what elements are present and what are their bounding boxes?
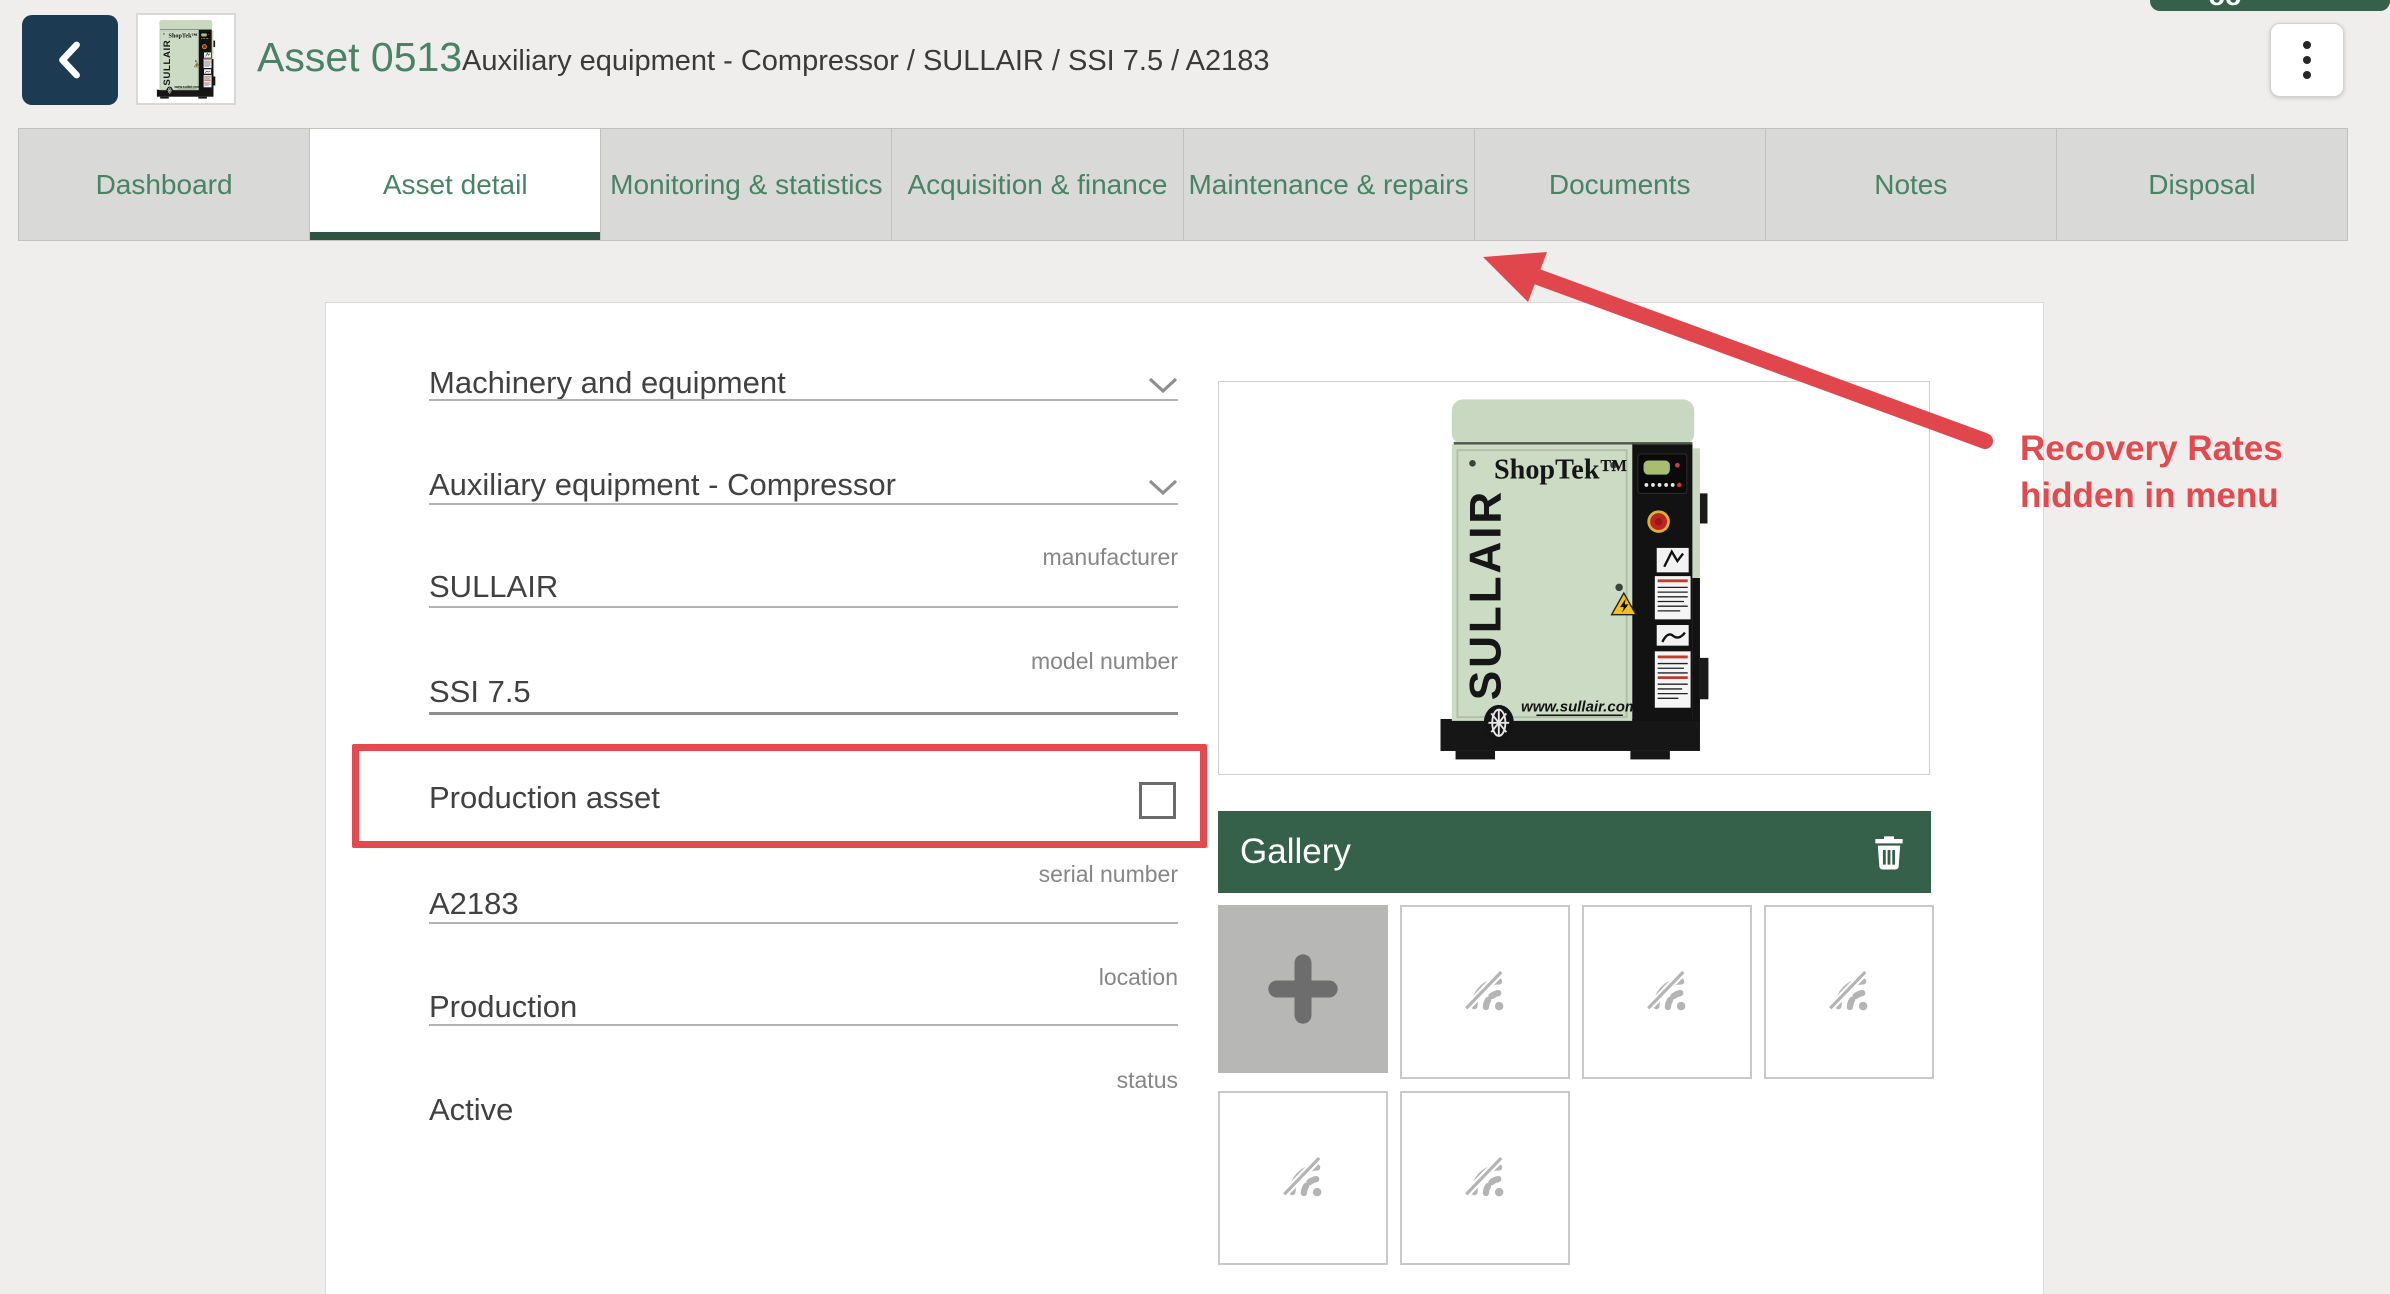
tab-label: Dashboard bbox=[96, 169, 233, 201]
gallery-empty-tile[interactable] bbox=[1764, 905, 1934, 1079]
gallery-empty-tile[interactable] bbox=[1218, 1091, 1388, 1265]
manufacturer-field[interactable]: SULLAIR bbox=[429, 569, 1178, 605]
gallery-title: Gallery bbox=[1240, 832, 1351, 872]
annotation-line-2: hidden in menu bbox=[2020, 472, 2283, 519]
tab-maintenance-repairs[interactable]: Maintenance & repairs bbox=[1183, 128, 1475, 241]
tab-disposal[interactable]: Disposal bbox=[2056, 128, 2348, 241]
page-subtitle: Auxiliary equipment - Compressor / SULLA… bbox=[462, 43, 1270, 79]
gallery-grid bbox=[1218, 905, 1948, 1265]
annotation-line-1: Recovery Rates bbox=[2020, 425, 2283, 472]
tab-label: Documents bbox=[1549, 169, 1691, 201]
production-asset-checkbox[interactable] bbox=[1139, 782, 1176, 819]
tab-label: Acquisition & finance bbox=[907, 169, 1167, 201]
chevron-down-icon[interactable] bbox=[1148, 377, 1178, 394]
field-underline bbox=[429, 606, 1178, 608]
asset-detail-screen: ShopTek™ SULLAIR www.sullair.com bbox=[0, 0, 2390, 1294]
asset-thumbnail-image bbox=[142, 18, 230, 100]
back-button[interactable] bbox=[22, 15, 118, 105]
image-unavailable-icon bbox=[1819, 962, 1879, 1022]
field-underline bbox=[429, 399, 1178, 401]
gallery-empty-tile[interactable] bbox=[1400, 1091, 1570, 1265]
image-unavailable-icon bbox=[1273, 1148, 1333, 1208]
field-underline bbox=[429, 503, 1178, 505]
more-options-button[interactable] bbox=[2270, 23, 2344, 97]
asset-photo[interactable] bbox=[1218, 381, 1930, 775]
tab-dashboard[interactable]: Dashboard bbox=[18, 128, 310, 241]
asset-thumbnail[interactable] bbox=[136, 13, 236, 105]
gallery-header: Gallery bbox=[1218, 811, 1931, 893]
gallery-add-tile[interactable] bbox=[1218, 905, 1388, 1073]
tab-monitoring-statistics[interactable]: Monitoring & statistics bbox=[600, 128, 892, 241]
serial-number-label: serial number bbox=[429, 861, 1178, 888]
partial-green-button-label: oo bbox=[2209, 0, 2242, 11]
tab-label: Notes bbox=[1874, 169, 1947, 201]
plus-icon bbox=[1266, 952, 1340, 1026]
tab-bar: Dashboard Asset detail Monitoring & statis… bbox=[18, 128, 2348, 241]
production-asset-label: Production asset bbox=[429, 780, 660, 816]
annotation-text: Recovery Rates hidden in menu bbox=[2020, 425, 2283, 519]
tab-documents[interactable]: Documents bbox=[1474, 128, 1766, 241]
manufacturer-label: manufacturer bbox=[429, 544, 1178, 571]
tab-notes[interactable]: Notes bbox=[1765, 128, 2057, 241]
tab-asset-detail[interactable]: Asset detail bbox=[309, 128, 601, 241]
subcategory-select[interactable]: Auxiliary equipment - Compressor bbox=[429, 467, 1178, 503]
gallery-empty-tile[interactable] bbox=[1582, 905, 1752, 1079]
page-title: Asset 0513 bbox=[257, 33, 462, 81]
field-underline bbox=[429, 922, 1178, 924]
location-field[interactable]: Production bbox=[429, 989, 1178, 1025]
partial-green-button[interactable]: oo bbox=[2150, 0, 2390, 11]
status-label: status bbox=[429, 1067, 1178, 1094]
model-number-label: model number bbox=[429, 648, 1178, 675]
model-number-field[interactable]: SSI 7.5 bbox=[429, 674, 1178, 710]
chevron-down-icon[interactable] bbox=[1148, 479, 1178, 496]
image-unavailable-icon bbox=[1637, 962, 1697, 1022]
field-underline bbox=[429, 712, 1178, 715]
tab-acquisition-finance[interactable]: Acquisition & finance bbox=[891, 128, 1183, 241]
kebab-menu-icon bbox=[2303, 41, 2311, 79]
tab-label: Disposal bbox=[2148, 169, 2255, 201]
tab-label: Monitoring & statistics bbox=[610, 169, 882, 201]
status-field[interactable]: Active bbox=[429, 1092, 1178, 1128]
tab-label: Asset detail bbox=[383, 169, 528, 201]
chevron-left-icon bbox=[53, 38, 87, 82]
gallery-empty-tile[interactable] bbox=[1400, 905, 1570, 1079]
field-underline bbox=[429, 1024, 1178, 1026]
location-label: location bbox=[429, 964, 1178, 991]
asset-detail-card: Machinery and equipment Auxiliary equipm… bbox=[325, 302, 2044, 1294]
image-unavailable-icon bbox=[1455, 962, 1515, 1022]
trash-icon[interactable] bbox=[1869, 831, 1909, 873]
tab-label: Maintenance & repairs bbox=[1188, 169, 1468, 201]
image-unavailable-icon bbox=[1455, 1148, 1515, 1208]
serial-number-field[interactable]: A2183 bbox=[429, 886, 1178, 922]
category-select[interactable]: Machinery and equipment bbox=[429, 365, 1178, 401]
sullair-compressor-image bbox=[1401, 390, 1747, 766]
